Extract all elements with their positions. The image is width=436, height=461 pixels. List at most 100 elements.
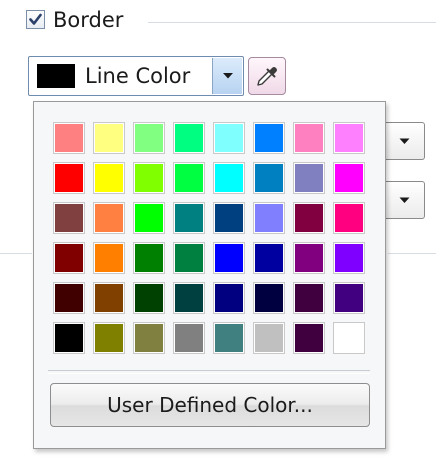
color-swatch[interactable] [93, 122, 125, 154]
color-swatch-fill [295, 204, 323, 232]
color-swatch[interactable] [333, 282, 365, 314]
format-panel: Border Line Color User Defined Color... [0, 0, 436, 461]
color-swatch-fill [335, 164, 363, 192]
color-swatch-fill [135, 124, 163, 152]
color-swatch-fill [335, 124, 363, 152]
color-swatch[interactable] [53, 162, 85, 194]
color-swatch[interactable] [293, 202, 325, 234]
color-swatch-fill [295, 244, 323, 272]
color-swatch-fill [255, 244, 283, 272]
color-swatch[interactable] [253, 242, 285, 274]
color-swatch[interactable] [133, 202, 165, 234]
color-swatch[interactable] [293, 322, 325, 354]
color-swatch[interactable] [333, 162, 365, 194]
color-swatch-fill [175, 204, 203, 232]
color-swatch-fill [55, 164, 83, 192]
color-swatch[interactable] [133, 122, 165, 154]
color-picker-popup: User Defined Color... [33, 101, 386, 449]
color-swatch-fill [335, 324, 363, 352]
color-swatch-fill [215, 204, 243, 232]
user-defined-color-button[interactable]: User Defined Color... [50, 383, 370, 427]
color-swatch[interactable] [53, 242, 85, 274]
color-swatch[interactable] [53, 202, 85, 234]
color-swatch[interactable] [133, 282, 165, 314]
color-swatch[interactable] [213, 162, 245, 194]
side-dropdown-button-1[interactable] [385, 122, 425, 160]
color-swatch[interactable] [53, 282, 85, 314]
chevron-down-icon [222, 73, 233, 79]
color-swatch-fill [255, 284, 283, 312]
line-color-combo[interactable]: Line Color [28, 56, 244, 96]
color-swatch[interactable] [253, 282, 285, 314]
color-swatch[interactable] [253, 162, 285, 194]
color-swatch-fill [95, 124, 123, 152]
color-swatch[interactable] [93, 162, 125, 194]
color-swatch-fill [135, 164, 163, 192]
color-swatch[interactable] [333, 322, 365, 354]
color-swatch-fill [215, 164, 243, 192]
color-swatch[interactable] [53, 122, 85, 154]
color-swatch[interactable] [213, 202, 245, 234]
color-swatch[interactable] [333, 122, 365, 154]
eyedropper-button[interactable] [248, 57, 286, 95]
color-swatch-fill [135, 324, 163, 352]
color-swatch[interactable] [213, 122, 245, 154]
color-swatch-fill [135, 284, 163, 312]
color-swatch[interactable] [173, 322, 205, 354]
color-swatch-fill [135, 244, 163, 272]
color-swatch[interactable] [293, 162, 325, 194]
color-swatch-fill [95, 284, 123, 312]
color-swatch-fill [255, 124, 283, 152]
color-swatch-fill [215, 284, 243, 312]
line-color-label: Line Color [85, 64, 191, 88]
color-swatch[interactable] [93, 202, 125, 234]
color-swatch[interactable] [253, 202, 285, 234]
color-swatch[interactable] [93, 322, 125, 354]
color-swatch-fill [55, 204, 83, 232]
color-swatch[interactable] [173, 242, 205, 274]
color-swatch-fill [175, 164, 203, 192]
color-swatch[interactable] [173, 162, 205, 194]
color-swatch-fill [95, 164, 123, 192]
group-divider [148, 22, 436, 23]
group-divider-lower-left [0, 253, 32, 254]
color-swatch[interactable] [213, 242, 245, 274]
color-swatch[interactable] [133, 322, 165, 354]
color-swatch-fill [335, 244, 363, 272]
border-label: Border [53, 8, 124, 32]
popup-separator [48, 370, 370, 374]
color-swatch[interactable] [213, 282, 245, 314]
color-swatch[interactable] [173, 122, 205, 154]
chevron-down-icon [399, 197, 410, 203]
border-checkbox[interactable] [26, 10, 45, 29]
color-swatch[interactable] [53, 322, 85, 354]
color-swatch-fill [175, 324, 203, 352]
color-swatch[interactable] [333, 242, 365, 274]
color-swatch-fill [55, 324, 83, 352]
group-divider-lower-right [388, 253, 436, 254]
color-swatch[interactable] [133, 162, 165, 194]
color-swatch[interactable] [93, 282, 125, 314]
color-swatch-fill [95, 324, 123, 352]
color-swatch[interactable] [293, 122, 325, 154]
side-dropdown-button-2[interactable] [385, 181, 425, 219]
color-swatch[interactable] [293, 282, 325, 314]
color-palette-grid [53, 122, 365, 354]
checkmark-icon [29, 13, 42, 25]
color-swatch[interactable] [333, 202, 365, 234]
color-swatch-fill [335, 284, 363, 312]
color-swatch-fill [95, 204, 123, 232]
color-swatch[interactable] [173, 202, 205, 234]
color-swatch[interactable] [93, 242, 125, 274]
color-swatch[interactable] [293, 242, 325, 274]
color-swatch-fill [55, 244, 83, 272]
color-swatch-fill [255, 324, 283, 352]
color-swatch[interactable] [133, 242, 165, 274]
color-swatch-fill [295, 124, 323, 152]
line-color-dropdown-button[interactable] [212, 58, 242, 94]
color-swatch[interactable] [253, 322, 285, 354]
color-swatch-fill [175, 244, 203, 272]
color-swatch[interactable] [253, 122, 285, 154]
color-swatch[interactable] [213, 322, 245, 354]
color-swatch[interactable] [173, 282, 205, 314]
